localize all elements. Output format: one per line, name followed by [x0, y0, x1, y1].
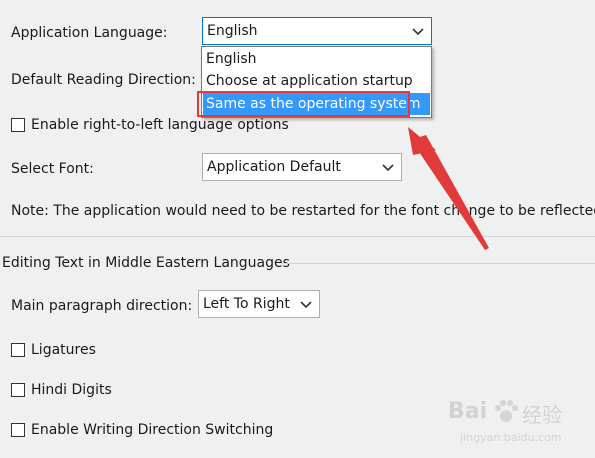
- section-divider-line: [282, 263, 595, 264]
- select-font-value: Application Default: [207, 159, 341, 175]
- writing-direction-switching-checkbox[interactable]: [11, 423, 25, 437]
- restart-note: Note: The application would need to be r…: [11, 203, 595, 219]
- writing-direction-switching-label: Enable Writing Direction Switching: [31, 422, 274, 438]
- paw-icon: [495, 400, 518, 422]
- watermark-brand: Bai: [448, 399, 488, 424]
- watermark-brand-cn: 经验: [522, 403, 562, 427]
- paragraph-direction-select[interactable]: Left To Right: [198, 290, 320, 318]
- hindi-digits-label: Hindi Digits: [31, 382, 112, 398]
- paragraph-direction-value: Left To Right: [203, 296, 290, 312]
- language-option-english[interactable]: English: [203, 48, 430, 70]
- default-reading-direction-label: Default Reading Direction:: [11, 72, 196, 88]
- language-option-choose-at-startup[interactable]: Choose at application startup: [203, 70, 430, 92]
- chevron-down-icon: [300, 301, 312, 309]
- baidu-watermark: Bai 经验 jingyan.baidu.com: [448, 395, 588, 450]
- application-language-value: English: [207, 23, 258, 39]
- annotation-highlight-box: [197, 91, 410, 117]
- ligatures-checkbox[interactable]: [11, 343, 25, 357]
- application-language-select[interactable]: English: [202, 17, 432, 45]
- watermark-url: jingyan.baidu.com: [460, 431, 562, 444]
- chevron-down-icon: [412, 28, 424, 36]
- rtl-options-checkbox[interactable]: [11, 118, 25, 132]
- hindi-digits-checkbox[interactable]: [11, 383, 25, 397]
- select-font-label: Select Font:: [11, 161, 94, 177]
- middle-eastern-section-title: Editing Text in Middle Eastern Languages: [2, 255, 290, 271]
- ligatures-label: Ligatures: [31, 342, 96, 358]
- select-font-dropdown[interactable]: Application Default: [202, 153, 402, 181]
- chevron-down-icon: [382, 164, 394, 172]
- paragraph-direction-label: Main paragraph direction:: [11, 298, 193, 314]
- rtl-options-label: Enable right-to-left language options: [31, 117, 289, 133]
- section-divider-top: [0, 236, 595, 237]
- application-language-label: Application Language:: [11, 25, 168, 41]
